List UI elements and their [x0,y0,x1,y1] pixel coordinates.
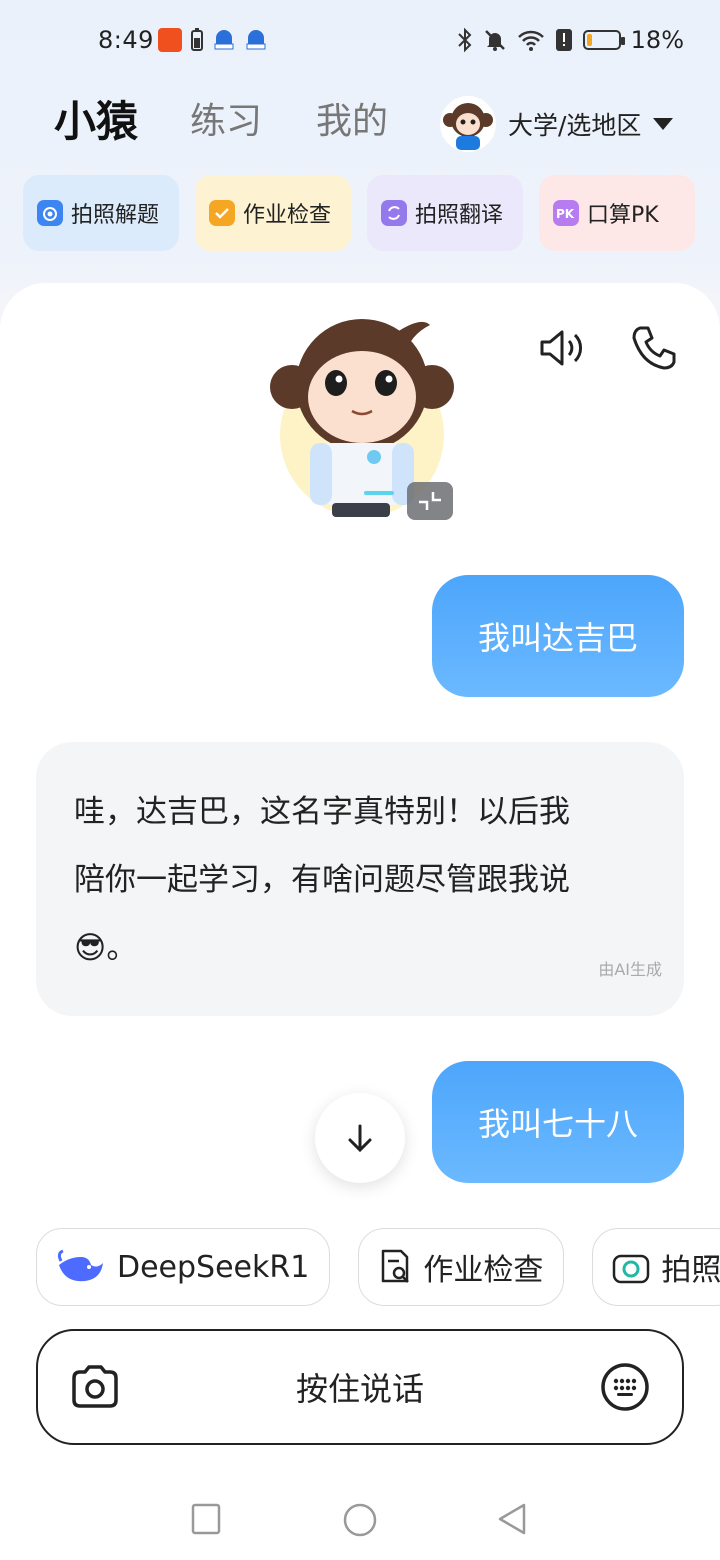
tab-mine[interactable]: 我的 [316,92,388,144]
tab-practice[interactable]: 练习 [190,92,262,144]
quick-mental-math-pk-button[interactable]: PK 口算PK [539,175,695,251]
chip-label: 拍照 [661,1253,720,1288]
message-line: 😎。 [74,930,138,966]
suggestion-chips: DeepSeekR1 作业检查 拍照 [36,1228,720,1306]
quick-homework-check-button[interactable]: 作业检查 [195,175,351,251]
mascot-avatar [440,96,496,152]
battery-fill [586,34,592,46]
pk-icon: PK [553,200,579,226]
system-nav-bar [0,1490,720,1550]
battery-percent: 18% [630,26,684,54]
app-notification-icon [158,28,182,52]
phone-call-icon[interactable] [628,322,680,374]
message-text: 我叫七十八 [477,1105,638,1143]
quick-label: 拍照解题 [71,203,160,228]
notification-icons [158,28,268,52]
recent-apps-button[interactable] [190,1502,222,1536]
voice-input-bar: 按住说话 [36,1329,684,1445]
message-line: 陪你一起学习，有啥问题尽管跟我说 [74,862,570,898]
scroll-to-bottom-button[interactable] [315,1093,405,1183]
battery-saver-icon [191,28,203,51]
region-selector[interactable]: 大学/选地区 [440,96,674,152]
user-message-bubble: 我叫七十八 [432,1061,684,1183]
camera-icon [37,200,63,226]
app-badge-icon [214,30,234,50]
card-actions [536,322,680,374]
translate-icon [381,200,407,226]
tab-xiaoyuan[interactable]: 小猿 [54,88,138,149]
quick-label: 作业检查 [243,203,332,228]
quick-photo-solve-button[interactable]: 拍照解题 [23,175,179,251]
home-button[interactable] [342,1502,378,1538]
message-line: 哇，达吉巴，这名字真特别！以后我 [74,794,570,830]
chip-deepseek[interactable]: DeepSeekR1 [36,1228,331,1306]
document-search-icon [382,1249,410,1283]
wifi-icon [517,30,544,51]
ai-generated-tag: 由AI生成 [598,960,662,979]
arrow-down-icon [348,1124,372,1153]
svg-text:PK: PK [556,207,575,221]
deepseek-whale-icon [57,1249,103,1282]
camera-button[interactable] [68,1360,122,1414]
chevron-down-icon [653,118,674,130]
quick-label: 拍照翻译 [415,203,504,228]
ai-message-bubble: 哇，达吉巴，这名字真特别！以后我 陪你一起学习，有啥问题尽管跟我说 😎。 由AI… [36,742,684,1016]
status-bar: 8:49 18% [0,0,720,84]
bluetooth-icon [457,27,472,53]
chip-label: DeepSeekR1 [117,1249,310,1285]
app-badge-icon-2 [246,30,266,50]
status-time: 8:49 [98,26,154,54]
mute-bell-icon [484,30,505,51]
system-icons: 18% [457,26,684,54]
chip-label: 作业检查 [423,1253,544,1288]
chip-photo[interactable]: 拍照 [592,1228,720,1306]
check-bag-icon [209,200,235,226]
message-text: 我叫达吉巴 [477,619,638,657]
hold-to-talk-button[interactable]: 按住说话 [296,1364,424,1410]
camera-icon [613,1254,650,1284]
top-nav: 小猿 练习 我的 大学/选地区 [0,92,720,152]
back-button[interactable] [496,1502,528,1536]
region-label: 大学/选地区 [508,111,642,140]
alert-icon [555,29,572,51]
speaker-icon[interactable] [536,322,588,374]
shrink-icon [419,492,441,510]
quick-tools: 拍照解题 作业检查 拍照翻译 PK 口算PK [23,175,695,251]
minimize-mascot-button[interactable] [407,482,453,520]
chip-homework-check[interactable]: 作业检查 [358,1228,565,1306]
keyboard-toggle-button[interactable] [598,1360,652,1414]
quick-photo-translate-button[interactable]: 拍照翻译 [367,175,523,251]
battery-icon [582,30,625,50]
quick-label: 口算PK [587,203,659,228]
user-message-bubble: 我叫达吉巴 [432,575,684,697]
